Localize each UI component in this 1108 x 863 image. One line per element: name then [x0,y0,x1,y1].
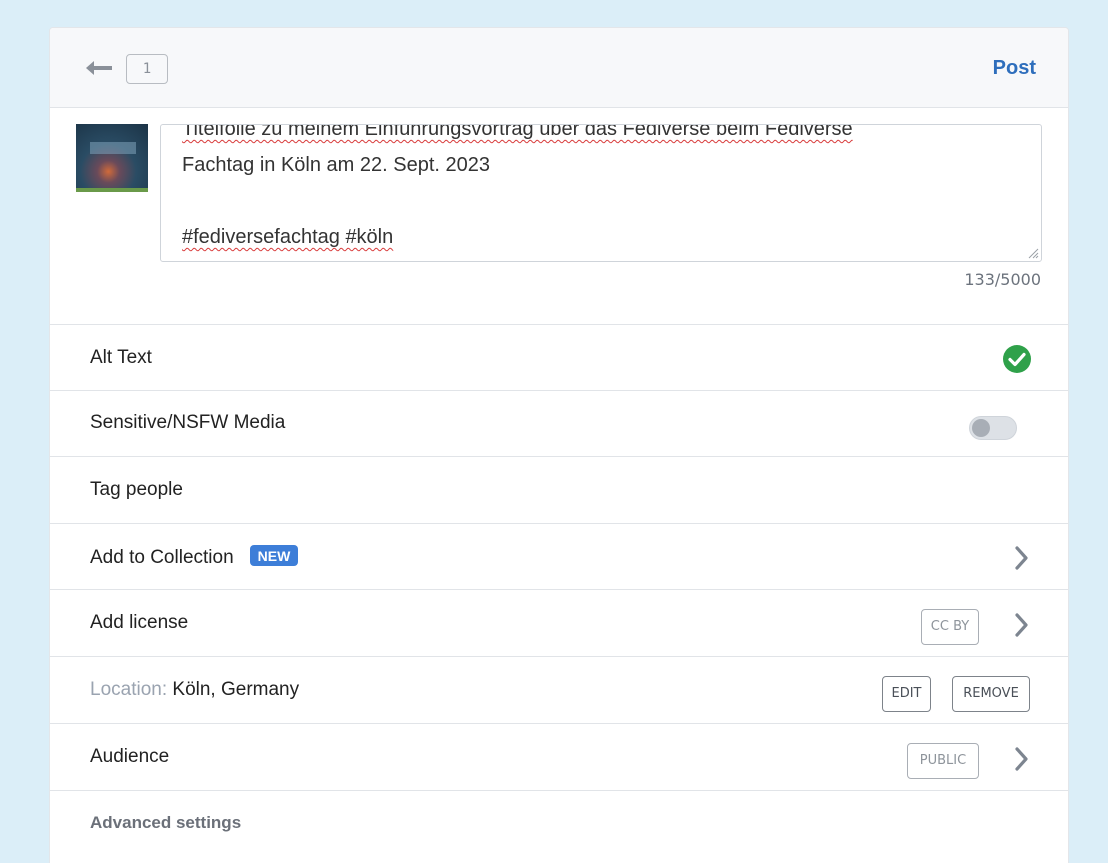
add-license-label: Add license [90,612,189,633]
audience-row[interactable]: Audience PUBLIC [50,724,1068,791]
audience-label: Audience [90,746,170,767]
chevron-right-icon[interactable] [1014,612,1030,638]
caption-line-2: Fachtag in Köln am 22. Sept. 2023 [182,154,490,176]
alt-text-label: Alt Text [90,347,152,368]
thumbnail-floor [76,188,148,192]
add-to-collection-row[interactable]: Add to Collection NEW [50,523,1068,590]
location-label: Location: Köln, Germany [90,679,299,701]
check-circle-icon [1003,345,1031,373]
tag-people-label: Tag people [90,479,183,500]
chevron-right-icon[interactable] [1014,746,1030,772]
resize-handle-icon[interactable] [1027,247,1039,259]
compose-card: 1 Post Titelfolie zu meinem Einführungsv… [49,27,1069,863]
sensitive-media-toggle[interactable] [969,416,1017,440]
thumbnail-screen [90,142,136,154]
char-counter: 133/5000 [964,270,1041,289]
location-edit-button[interactable]: EDIT [882,676,931,712]
audience-pill[interactable]: PUBLIC [907,743,979,779]
advanced-settings-link[interactable]: Advanced settings [90,813,241,833]
new-badge: NEW [249,545,299,566]
tag-people-row[interactable]: Tag people [50,457,1068,524]
location-value: Köln, Germany [172,679,300,700]
chevron-right-icon[interactable] [1014,545,1030,571]
media-thumbnail[interactable] [76,124,148,192]
location-remove-button[interactable]: REMOVE [952,676,1030,712]
location-row: Location: Köln, Germany EDIT REMOVE [50,657,1068,724]
add-license-row[interactable]: Add license CC BY [50,590,1068,657]
sensitive-media-label: Sensitive/NSFW Media [90,412,286,433]
caption-line-1: Titelfolie zu meinem Einführungsvortrag … [182,124,853,140]
location-prefix: Location: [90,679,168,700]
back-arrow-icon[interactable] [83,58,113,78]
caption-hashtags: #fediversefachtag #köln [182,226,394,248]
alt-text-row[interactable]: Alt Text [50,324,1068,391]
sensitive-media-row: Sensitive/NSFW Media [50,390,1068,457]
add-to-collection-label: Add to Collection NEW [90,545,299,569]
page-count-badge: 1 [126,54,168,84]
caption-textarea[interactable]: Titelfolie zu meinem Einführungsvortrag … [160,124,1042,262]
compose-header: 1 Post [50,28,1068,108]
caption-text: Titelfolie zu meinem Einführungsvortrag … [182,124,1022,255]
license-pill[interactable]: CC BY [921,609,979,645]
collection-label-text: Add to Collection [90,547,234,568]
post-button[interactable]: Post [993,57,1036,80]
toggle-knob [972,419,990,437]
